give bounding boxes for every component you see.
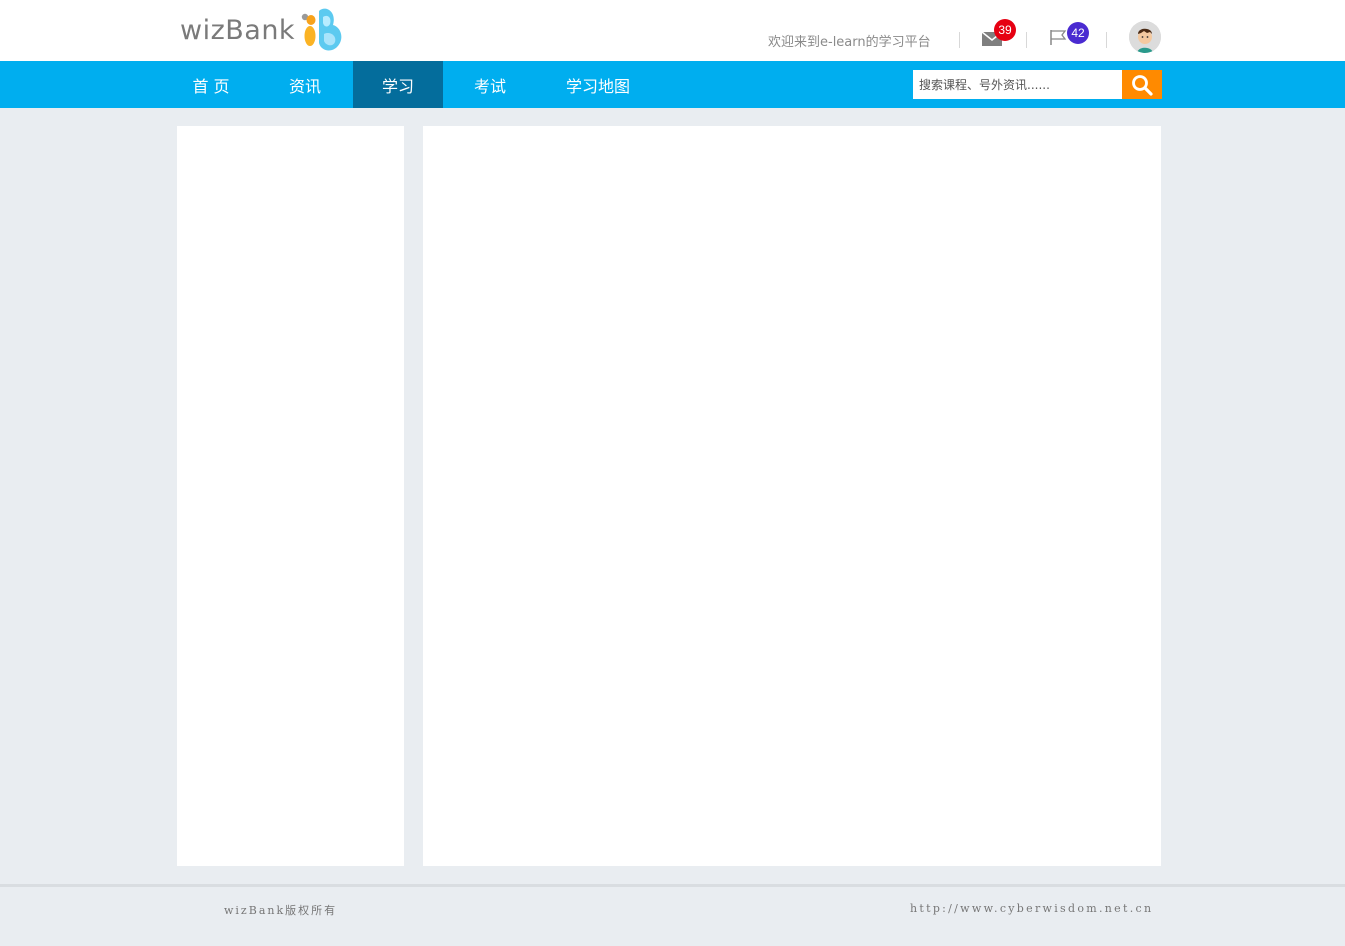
butterfly-logo-icon — [301, 8, 342, 51]
divider — [959, 32, 960, 48]
welcome-text: 欢迎来到e-learn的学习平台 — [768, 35, 931, 50]
nav-item-learning-map[interactable]: 学习地图 — [553, 61, 643, 108]
footer-divider — [0, 884, 1345, 887]
footer-copyright: wizBank版权所有 — [224, 904, 338, 917]
sidebar-panel — [177, 126, 404, 866]
search-button[interactable] — [1122, 70, 1162, 99]
nav-item-news[interactable]: 资讯 — [270, 61, 340, 108]
messages-count-badge: 39 — [994, 19, 1016, 41]
user-avatar-icon — [1129, 21, 1161, 53]
flags-count-badge: 42 — [1067, 22, 1089, 44]
divider — [1106, 32, 1107, 48]
notifications-button[interactable] — [1049, 28, 1069, 46]
divider — [1026, 32, 1027, 48]
footer-url[interactable]: http://www.cyberwisdom.net.cn — [910, 902, 1153, 915]
logo[interactable]: wizBank — [180, 6, 347, 54]
main-content-panel — [423, 126, 1161, 866]
logo-text: wizBank — [180, 14, 296, 46]
user-avatar[interactable] — [1129, 21, 1161, 53]
top-header: wizBank 欢迎来到e-learn的学习平台 39 42 — [0, 0, 1345, 61]
search-icon — [1132, 74, 1153, 96]
search-input[interactable] — [913, 70, 1123, 99]
nav-item-home[interactable]: 首 页 — [176, 61, 246, 108]
flag-icon — [1050, 30, 1067, 45]
nav-item-exams[interactable]: 考试 — [455, 61, 525, 108]
nav-item-learning[interactable]: 学习 — [353, 61, 443, 108]
